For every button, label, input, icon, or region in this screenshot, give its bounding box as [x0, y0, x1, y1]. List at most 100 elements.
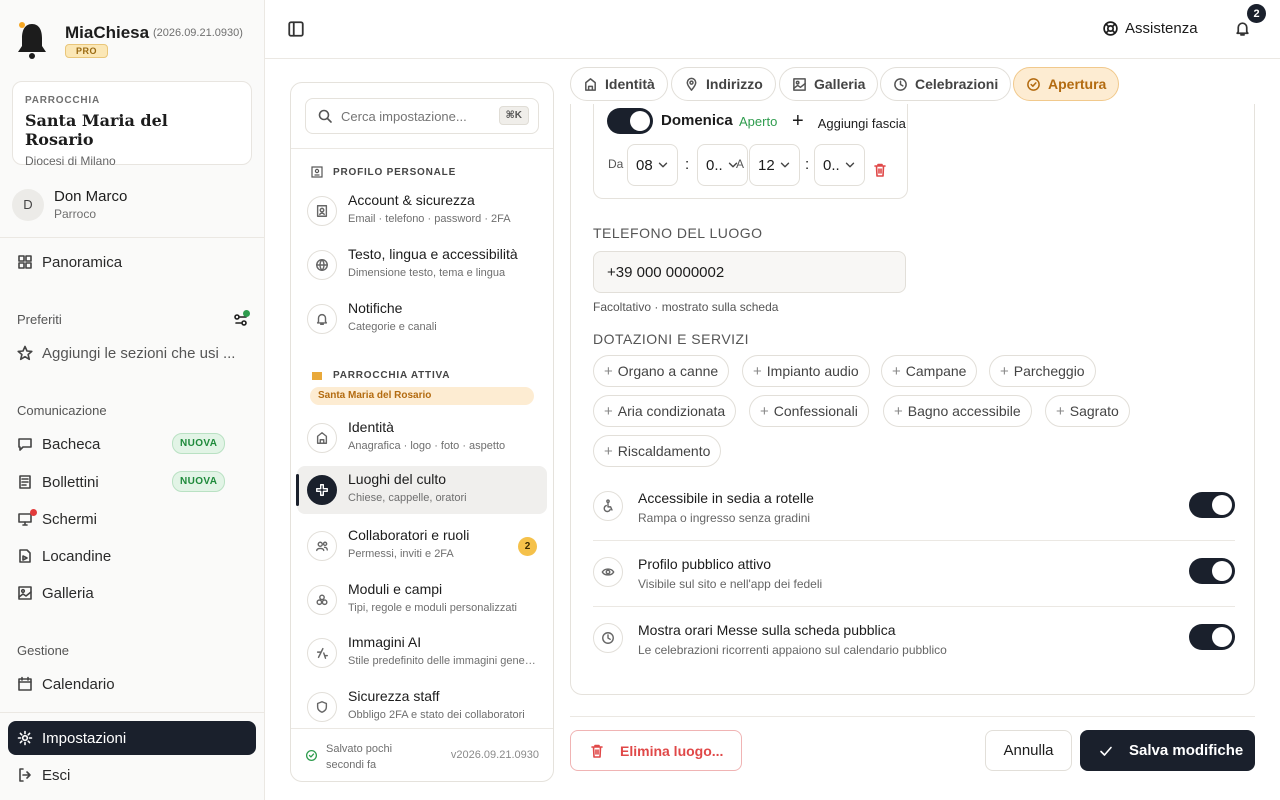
- amenity-chip[interactable]: + Campane: [881, 355, 978, 387]
- user-name: Don Marco: [54, 188, 128, 205]
- settings-item-forms[interactable]: Moduli e campi Tipi, regole e moduli per…: [297, 576, 547, 624]
- option-subtitle: Visibile sul sito e nell'app dei fedeli: [638, 577, 823, 591]
- section-heading-label: PROFILO PERSONALE: [333, 166, 457, 178]
- amenity-chip[interactable]: + Sagrato: [1045, 395, 1130, 427]
- settings-item-title: Notifiche: [348, 300, 403, 316]
- option-row-mass-times: Mostra orari Messe sulla scheda pubblica…: [593, 622, 1235, 688]
- management-heading: Gestione: [17, 643, 70, 658]
- shortcut-hint: ⌘K: [498, 106, 529, 125]
- nav-item-schermi[interactable]: Schermi: [8, 502, 256, 536]
- favorites-add-hint[interactable]: Aggiungi le sezioni che usi ...: [8, 336, 256, 370]
- place-detail-card: Domenica Aperto + Aggiungi fascia Da 08 …: [570, 104, 1255, 695]
- settings-item-collaborators[interactable]: Collaboratori e ruoli Permessi, inviti e…: [297, 522, 547, 570]
- settings-item-title: Testo, lingua e accessibilità: [348, 246, 518, 262]
- user-profile[interactable]: D Don Marco Parroco: [12, 188, 127, 221]
- building-icon: [585, 77, 596, 91]
- nav-item-bacheca[interactable]: Bacheca NUOVA: [8, 427, 256, 461]
- shield-icon: [307, 692, 337, 722]
- public-profile-toggle[interactable]: [1189, 558, 1235, 584]
- option-title: Mostra orari Messe sulla scheda pubblica: [638, 622, 896, 638]
- tab-celebrazioni[interactable]: Celebrazioni: [880, 67, 1012, 101]
- to-minute-select[interactable]: 0..: [814, 144, 865, 186]
- tab-apertura[interactable]: Apertura: [1013, 67, 1120, 101]
- nav-item-impostazioni[interactable]: Impostazioni: [8, 721, 256, 755]
- plan-badge: PRO: [65, 44, 109, 58]
- settings-item-subtitle: Tipi, regole e moduli personalizzati: [348, 602, 517, 614]
- settings-search[interactable]: ⌘K: [305, 98, 539, 134]
- nav-item-overview[interactable]: Panoramica: [8, 245, 256, 279]
- settings-item-title: Account & sicurezza: [348, 192, 475, 208]
- nav-item-label: Locandine: [42, 547, 112, 565]
- poster-icon: [19, 549, 31, 563]
- gear-icon: [17, 730, 33, 746]
- check-icon: [1100, 746, 1112, 756]
- amenity-chip[interactable]: + Confessionali: [749, 395, 869, 427]
- sidebar-toggle-icon[interactable]: [287, 20, 305, 38]
- option-subtitle: Rampa o ingresso senza gradini: [638, 511, 811, 525]
- from-hour-select[interactable]: 08: [627, 144, 678, 186]
- nav-item-bollettini[interactable]: Bollettini NUOVA: [8, 465, 256, 499]
- settings-item-staff-security[interactable]: Sicurezza staff Obbligo 2FA e stato dei …: [297, 683, 547, 731]
- amenity-chip[interactable]: + Riscaldamento: [593, 435, 722, 467]
- to-hour-select[interactable]: 12: [749, 144, 800, 186]
- globe-icon: [307, 250, 337, 280]
- settings-item-account[interactable]: Account & sicurezza Email · telefono · p…: [297, 187, 547, 235]
- settings-item-title: Moduli e campi: [348, 581, 443, 597]
- tab-galleria[interactable]: Galleria: [779, 67, 879, 101]
- nav-item-locandine[interactable]: Locandine: [8, 539, 256, 573]
- wheelchair-toggle[interactable]: [1189, 492, 1235, 518]
- settings-item-language[interactable]: Testo, lingua e accessibilità Dimensione…: [297, 241, 547, 289]
- nav-item-label: Aggiungi le sezioni che usi ...: [42, 344, 236, 362]
- day-open-toggle[interactable]: [607, 108, 653, 134]
- mass-times-toggle[interactable]: [1189, 624, 1235, 650]
- save-status: Salvato pochi secondi fa: [305, 741, 392, 773]
- nav-item-calendario[interactable]: Calendario: [8, 667, 256, 701]
- add-slot-button[interactable]: + Aggiungi fascia: [792, 110, 906, 133]
- new-badge: NUOVA: [172, 433, 226, 454]
- from-label: Da: [608, 157, 624, 171]
- settings-item-places[interactable]: Luoghi del culto Chiese, cappelle, orato…: [296, 466, 547, 514]
- amenity-chip[interactable]: + Organo a canne: [593, 355, 730, 387]
- newsletter-icon: [19, 475, 31, 489]
- version-label: v2026.09.21.0930: [450, 749, 539, 761]
- parish-switcher[interactable]: PARROCCHIA Santa Maria del Rosario Dioce…: [12, 81, 252, 168]
- user-role: Parroco: [54, 207, 97, 221]
- plus-icon: +: [1000, 362, 1009, 380]
- avatar: D: [12, 188, 44, 221]
- settings-item-title: Sicurezza staff: [348, 688, 440, 704]
- tab-identita[interactable]: Identità: [570, 67, 668, 101]
- account-icon: [307, 196, 337, 226]
- save-button[interactable]: Salva modifiche: [1080, 730, 1255, 771]
- settings-item-subtitle: Chiese, cappelle, oratori: [348, 492, 467, 504]
- option-row-public-profile: Profilo pubblico attivo Visibile sul sit…: [593, 556, 1235, 622]
- amenity-chip[interactable]: + Aria condizionata: [593, 395, 737, 427]
- amenity-chip[interactable]: + Bagno accessibile: [883, 395, 1032, 427]
- message-icon: [18, 438, 32, 451]
- tab-indirizzo[interactable]: Indirizzo: [671, 67, 776, 101]
- amenity-chip[interactable]: + Impianto audio: [742, 355, 870, 387]
- section-heading-parish: PARROCCHIA ATTIVA: [311, 369, 450, 381]
- plus-icon: +: [604, 402, 613, 420]
- notification-bell-icon[interactable]: [1234, 20, 1251, 37]
- settings-item-notifications[interactable]: Notifiche Categorie e canali: [297, 295, 547, 343]
- active-parish-pill: Santa Maria del Rosario: [310, 387, 534, 405]
- trash-icon[interactable]: [872, 162, 888, 178]
- amenity-chip[interactable]: + Parcheggio: [989, 355, 1096, 387]
- help-button[interactable]: Assistenza: [1102, 20, 1198, 37]
- alert-dot: [30, 509, 37, 516]
- search-input[interactable]: [341, 108, 491, 124]
- save-status-line2: secondi fa: [326, 759, 377, 771]
- phone-input[interactable]: +39 000 0000002: [593, 251, 906, 293]
- cancel-button[interactable]: Annulla: [985, 730, 1072, 771]
- settings-item-subtitle: Anagrafica · logo · foto · aspetto: [348, 440, 506, 452]
- settings-item-ai-images[interactable]: Immagini AI Stile predefinito delle imma…: [297, 629, 547, 677]
- opening-day-box: Domenica Aperto + Aggiungi fascia Da 08 …: [593, 104, 908, 199]
- nav-item-logout[interactable]: Esci: [8, 758, 256, 792]
- select-value: 0..: [706, 156, 723, 174]
- favorites-heading: Preferiti: [17, 312, 62, 327]
- nav-item-galleria[interactable]: Galleria: [8, 576, 256, 610]
- settings-item-identity[interactable]: Identità Anagrafica · logo · foto · aspe…: [297, 414, 547, 462]
- delete-place-button[interactable]: Elimina luogo...: [570, 730, 742, 771]
- day-name: Domenica: [661, 112, 733, 129]
- modules-icon: [307, 585, 337, 615]
